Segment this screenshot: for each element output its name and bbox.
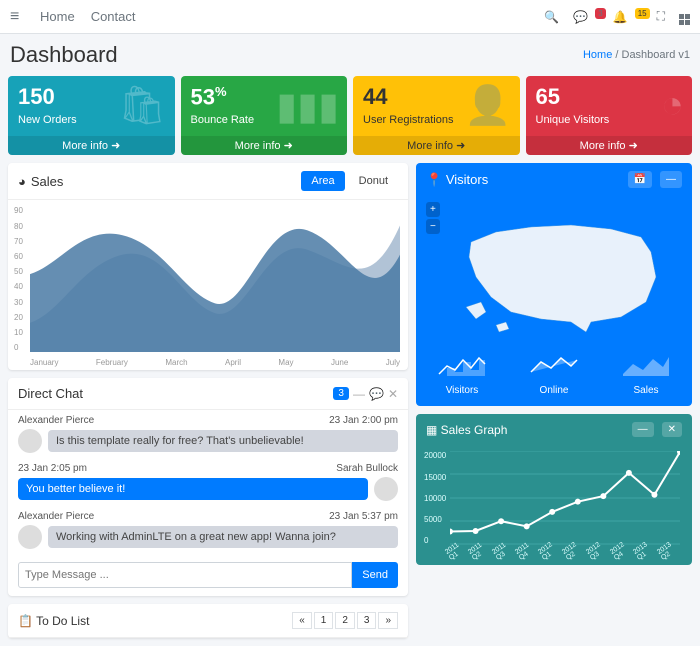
sales-card: ◕ Sales Area Donut 9080706050403020100 J… (8, 163, 408, 370)
calendar-icon[interactable]: 📅 (628, 171, 652, 188)
messages-badge: 3 (595, 8, 605, 19)
stat-user-reg: 44User Registrations 👤 More info ➜ (353, 76, 520, 155)
page-link[interactable]: » (378, 612, 398, 629)
sales-graph-title: ▦ Sales Graph (426, 423, 507, 437)
chat-message: Alexander Pierce23 Jan 2:00 pm Is this t… (8, 410, 408, 458)
more-info-link[interactable]: More info ➜ (8, 136, 175, 155)
close-icon[interactable]: ✕ (662, 422, 682, 437)
chat-title: Direct Chat (18, 386, 83, 401)
pie-icon: ◔ (661, 84, 684, 127)
chat-message: 23 Jan 2:05 pmSarah Bullock You better b… (8, 458, 408, 506)
nav-home[interactable]: Home (40, 9, 75, 24)
user-plus-icon: 👤 (464, 84, 511, 128)
spark-sales: Sales (600, 354, 692, 396)
chat-message: Alexander Pierce23 Jan 5:37 pm Working w… (8, 506, 408, 554)
page-link[interactable]: 3 (357, 612, 377, 629)
stat-label: Unique Visitors (536, 114, 683, 126)
tab-donut[interactable]: Donut (349, 171, 398, 191)
chat-card: Direct Chat 3 — 💬 ✕ Alexander Pierce23 J… (8, 378, 408, 596)
page-link[interactable]: 1 (314, 612, 334, 629)
tab-area[interactable]: Area (301, 171, 344, 191)
stat-new-orders: 150New Orders 🛍 More info ➜ (8, 76, 175, 155)
breadcrumb-home[interactable]: Home (583, 49, 612, 61)
spark-online: Online (508, 354, 600, 396)
chat-input[interactable] (18, 562, 352, 588)
more-info-link[interactable]: More info ➜ (181, 136, 348, 155)
todo-title: 📋 To Do List (18, 614, 89, 628)
chat-bubble: Working with AdminLTE on a great new app… (48, 526, 398, 548)
page-header: Dashboard Home / Dashboard v1 (0, 34, 700, 76)
spark-visitors: Visitors (416, 354, 508, 396)
stat-bounce-rate: 53%Bounce Rate ▮▮▮ More info ➜ (181, 76, 348, 155)
notifications-icon[interactable]: 🔔15 (613, 10, 643, 24)
breadcrumb: Home / Dashboard v1 (583, 49, 690, 61)
sales-title: ◕ Sales (18, 174, 63, 189)
page-link[interactable]: « (292, 612, 312, 629)
pagination: «123» (292, 612, 398, 629)
more-info-link[interactable]: More info ➜ (526, 136, 693, 155)
nav-contact[interactable]: Contact (91, 9, 136, 24)
search-icon[interactable]: 🔍 (544, 10, 559, 24)
stat-value: 65 (536, 84, 683, 110)
visitors-card: 📍 Visitors 📅 — + − Visitors Online Sales (416, 163, 692, 406)
usa-map[interactable] (440, 202, 682, 342)
fullscreen-icon[interactable]: ⛶ (657, 9, 665, 24)
minus-icon[interactable]: — (660, 171, 682, 188)
more-info-link[interactable]: More info ➜ (353, 136, 520, 155)
avatar (18, 429, 42, 453)
chat-badge: 3 (333, 387, 349, 400)
menu-toggle-icon[interactable] (10, 8, 24, 26)
zoom-in-icon[interactable]: + (426, 202, 440, 217)
minus-icon[interactable]: — (353, 387, 365, 401)
sales-chart: 9080706050403020100 JanuaryFebruaryMarch… (8, 200, 408, 370)
chat-bubble: Is this template really for free? That's… (48, 430, 398, 452)
messages-icon[interactable]: 💬3 (573, 10, 598, 24)
bars-icon: ▮▮▮ (276, 84, 339, 129)
stat-boxes: 150New Orders 🛍 More info ➜ 53%Bounce Ra… (0, 76, 700, 155)
notifications-badge: 15 (635, 8, 650, 19)
breadcrumb-current: Dashboard v1 (622, 49, 691, 61)
avatar (18, 525, 42, 549)
stat-visitors: 65 Unique Visitors ◔ More info ➜ (526, 76, 693, 155)
comments-icon[interactable]: 💬 (369, 387, 384, 401)
todo-card: 📋 To Do List «123» (8, 604, 408, 638)
visitors-title: 📍 Visitors (426, 172, 488, 188)
top-nav: Home Contact 🔍 💬3 🔔15 ⛶ (0, 0, 700, 34)
close-icon[interactable]: ✕ (388, 387, 398, 401)
chat-bubble: You better believe it! (18, 478, 368, 500)
zoom-out-icon[interactable]: − (426, 219, 440, 234)
send-button[interactable]: Send (352, 562, 398, 588)
page-title: Dashboard (10, 42, 118, 68)
page-link[interactable]: 2 (335, 612, 355, 629)
sales-graph-chart: 20000150001000050000 2011 Q12011 Q22011 … (416, 445, 692, 565)
avatar (374, 477, 398, 501)
sales-graph-card: ▦ Sales Graph — ✕ 20000150001000050000 (416, 414, 692, 565)
apps-icon[interactable] (679, 8, 690, 25)
minus-icon[interactable]: — (632, 422, 654, 437)
bag-icon: 🛍 (118, 84, 166, 128)
